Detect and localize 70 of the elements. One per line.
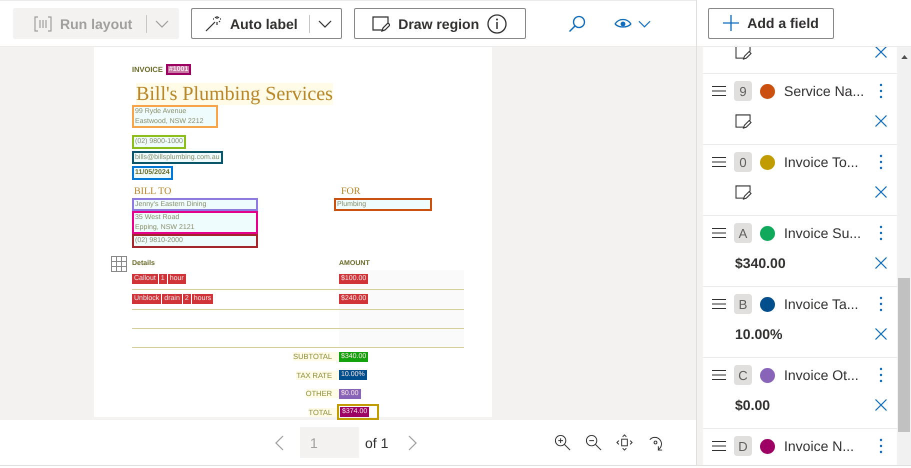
close-icon[interactable] — [875, 115, 887, 127]
page-count: of 1 — [365, 434, 388, 450]
draw-region-icon — [372, 16, 390, 32]
field-value: 10.00% — [735, 326, 782, 342]
magic-wand-icon — [204, 14, 222, 32]
field-name[interactable]: Invoice Ta... — [784, 296, 879, 312]
draw-region-icon[interactable] — [735, 114, 752, 128]
more-options-icon[interactable] — [879, 367, 883, 383]
auto-label-button[interactable]: Auto label — [191, 8, 310, 39]
drag-handle-icon[interactable] — [712, 370, 726, 380]
chevron-down-icon — [638, 20, 651, 28]
rotate-button[interactable] — [647, 434, 664, 451]
shortcut-key-badge: 0 — [734, 152, 752, 172]
scroll-up-icon[interactable] — [900, 55, 908, 59]
more-options-icon[interactable] — [879, 438, 883, 454]
chevron-right-icon — [408, 434, 418, 450]
eye-icon — [614, 18, 632, 30]
drag-handle-icon[interactable] — [712, 157, 726, 167]
page-number-field[interactable]: 1 — [300, 427, 359, 458]
more-options-icon[interactable] — [879, 296, 883, 312]
shortcut-key-badge: D — [734, 436, 752, 456]
bill-to-heading: BILL TO — [134, 186, 172, 198]
for-heading: FOR — [341, 186, 362, 198]
more-options-icon[interactable] — [879, 154, 883, 170]
chevron-left-icon — [275, 434, 284, 450]
more-options-icon[interactable] — [879, 83, 883, 99]
fit-page-button[interactable] — [616, 434, 633, 451]
add-field-button[interactable]: Add a field — [708, 8, 834, 38]
field-value: $0.00 — [735, 397, 770, 413]
field-name[interactable]: Invoice Ot... — [784, 367, 879, 383]
table-icon[interactable] — [111, 256, 127, 272]
info-icon — [487, 14, 508, 34]
drag-handle-icon[interactable] — [712, 441, 726, 451]
field-name[interactable]: Invoice Su... — [784, 225, 879, 241]
more-options-icon[interactable] — [879, 225, 883, 241]
chevron-down-icon — [318, 20, 332, 28]
zoom-in-icon — [554, 434, 571, 451]
field-name[interactable]: Invoice N... — [784, 438, 879, 454]
chevron-down-icon — [155, 20, 169, 28]
fit-arrows-icon — [616, 434, 633, 451]
zoom-out-button[interactable] — [585, 434, 602, 451]
drag-handle-icon[interactable] — [712, 86, 726, 96]
draw-region-button[interactable]: Draw region — [354, 8, 526, 39]
close-icon[interactable] — [875, 186, 887, 198]
close-icon[interactable] — [875, 47, 887, 58]
field-value: $340.00 — [735, 255, 786, 271]
visibility-button[interactable] — [614, 18, 651, 30]
zoom-in-button[interactable] — [554, 434, 571, 451]
close-icon[interactable] — [875, 399, 887, 411]
shortcut-key-badge: 9 — [734, 81, 752, 101]
auto-label-menu-button[interactable] — [308, 8, 342, 39]
shortcut-key-badge: B — [734, 294, 752, 314]
shortcut-key-badge: C — [734, 365, 752, 385]
layout-scan-icon — [34, 16, 52, 32]
search-button[interactable] — [568, 14, 586, 32]
drag-handle-icon[interactable] — [712, 228, 726, 238]
close-icon[interactable] — [875, 257, 887, 269]
company-name: Bill's Plumbing Services — [136, 83, 333, 105]
draw-region-icon[interactable] — [735, 184, 752, 200]
zoom-out-icon — [585, 434, 602, 451]
field-name[interactable]: Service Na... — [784, 83, 879, 99]
draw-region-icon[interactable] — [735, 47, 752, 60]
shortcut-key-badge: A — [734, 223, 752, 243]
plus-icon — [723, 15, 740, 31]
rotate-icon — [647, 434, 664, 451]
field-name[interactable]: Invoice To... — [784, 154, 879, 170]
scrollbar-thumb[interactable] — [898, 278, 910, 432]
close-icon[interactable] — [875, 328, 887, 340]
drag-handle-icon[interactable] — [712, 299, 726, 309]
search-icon — [568, 14, 586, 32]
